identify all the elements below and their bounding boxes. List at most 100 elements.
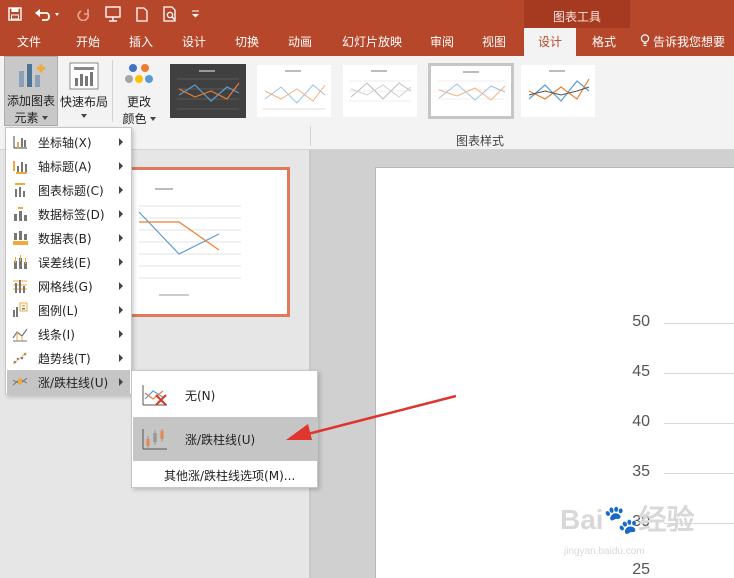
add-chart-element-menu: 坐标轴(X) 轴标题(A) 图表标题(C) 数据标签(D) 数据表(B) 误差线… xyxy=(5,127,132,395)
submenu-arrow-icon xyxy=(119,138,123,146)
tab-review[interactable]: 审阅 xyxy=(418,28,466,56)
tell-me-text: 告诉我您想要 xyxy=(653,35,726,49)
chart-style-3[interactable] xyxy=(342,64,418,118)
lightbulb-icon xyxy=(640,29,650,57)
data-table-icon xyxy=(12,230,28,246)
up-down-bars-icon xyxy=(12,374,28,390)
y-axis-tick-label: 40 xyxy=(632,413,650,430)
palette-icon xyxy=(124,62,154,93)
menu-item-label: 轴标题(A) xyxy=(38,159,92,174)
submenu-arrow-icon xyxy=(119,186,123,194)
save-icon[interactable] xyxy=(4,3,26,25)
gridline xyxy=(664,473,734,474)
tell-me-search[interactable]: 告诉我您想要 xyxy=(640,28,725,56)
menu-item-data-labels[interactable]: 数据标签(D) xyxy=(7,202,130,226)
redo-icon[interactable] xyxy=(74,3,94,25)
y-axis-tick-label: 35 xyxy=(632,463,650,480)
new-file-icon[interactable] xyxy=(132,3,152,25)
submenu-arrow-icon xyxy=(119,258,123,266)
menu-item-chart-title[interactable]: 图表标题(C) xyxy=(7,178,130,202)
change-colors-label2: 颜色 xyxy=(122,112,147,126)
menu-item-label: 图例(L) xyxy=(38,303,79,318)
tab-chart-design[interactable]: 设计 xyxy=(524,28,576,56)
menu-item-gridlines[interactable]: 网格线(G) xyxy=(7,274,130,298)
baidu-watermark-url: jingyan.baidu.com xyxy=(564,546,645,557)
submenu-item-label: 涨/跌柱线(U) xyxy=(185,432,256,447)
menu-item-label: 涨/跌柱线(U) xyxy=(38,375,109,390)
menu-item-legend[interactable]: 图例(L) xyxy=(7,298,130,322)
annotation-arrow xyxy=(286,394,457,440)
gridlines-icon xyxy=(12,278,28,294)
submenu-arrow-icon xyxy=(119,330,123,338)
menu-item-trendline[interactable]: 趋势线(T) xyxy=(7,346,130,370)
chart-style-1[interactable] xyxy=(170,64,246,118)
customize-qat-icon[interactable] xyxy=(188,3,202,25)
tab-file[interactable]: 文件 xyxy=(4,28,54,56)
tab-view[interactable]: 视图 xyxy=(470,28,518,56)
chart-style-2[interactable] xyxy=(256,64,332,118)
menu-item-label: 线条(I) xyxy=(38,327,75,342)
ribbon-separator xyxy=(112,60,113,122)
tab-insert[interactable]: 插入 xyxy=(116,28,166,56)
quick-layout-label: 快速布局 xyxy=(59,95,108,109)
menu-item-label: 数据表(B) xyxy=(38,231,92,246)
up-down-bars-option-icon xyxy=(141,427,169,451)
add-chart-element-icon xyxy=(16,61,46,92)
ribbon-tabs: 文件 开始 插入 设计 切换 动画 幻灯片放映 审阅 视图 设计 格式 告诉我您… xyxy=(0,28,734,56)
submenu-arrow-icon xyxy=(119,162,123,170)
tab-format[interactable]: 格式 xyxy=(580,28,628,56)
menu-item-up-down-bars[interactable]: 涨/跌柱线(U) xyxy=(7,370,130,394)
ribbon-separator xyxy=(310,126,311,146)
menu-item-label: 图表标题(C) xyxy=(38,183,104,198)
gridline xyxy=(664,423,734,424)
tab-home[interactable]: 开始 xyxy=(62,28,114,56)
axis-icon xyxy=(12,134,28,150)
chart-title-icon xyxy=(12,182,28,198)
menu-item-error-bars[interactable]: 误差线(E) xyxy=(7,250,130,274)
tab-slideshow[interactable]: 幻灯片放映 xyxy=(332,28,412,56)
chart-styles-group-label: 图表样式 xyxy=(456,134,505,148)
menu-item-label: 数据标签(D) xyxy=(38,207,105,222)
slide-thumbnail-1[interactable] xyxy=(128,167,290,317)
trendline-icon xyxy=(12,350,28,366)
dropdown-arrow-icon xyxy=(41,115,48,120)
undo-icon[interactable] xyxy=(32,3,64,25)
data-labels-icon xyxy=(12,206,28,222)
y-axis-tick-label: 45 xyxy=(632,363,650,380)
chart-style-5[interactable] xyxy=(520,64,596,118)
menu-item-data-table[interactable]: 数据表(B) xyxy=(7,226,130,250)
menu-item-axis-titles[interactable]: 轴标题(A) xyxy=(7,154,130,178)
lines-icon xyxy=(12,326,28,342)
menu-item-label: 误差线(E) xyxy=(38,255,91,270)
legend-icon xyxy=(12,302,28,318)
menu-item-label: 趋势线(T) xyxy=(38,351,91,366)
add-chart-element-label: 添加图表 xyxy=(6,94,55,108)
gridline xyxy=(664,323,734,324)
more-up-down-bars-options[interactable]: 其他涨/跌柱线选项(M)... xyxy=(164,467,295,484)
chart-style-4-selected[interactable] xyxy=(428,63,514,119)
no-up-down-bars-icon xyxy=(141,383,169,407)
tab-design[interactable]: 设计 xyxy=(168,28,220,56)
menu-item-label: 网格线(G) xyxy=(38,279,93,294)
print-preview-icon[interactable] xyxy=(160,3,182,25)
submenu-arrow-icon xyxy=(119,378,123,386)
menu-item-axes[interactable]: 坐标轴(X) xyxy=(7,130,130,154)
error-bars-icon xyxy=(12,254,28,270)
quick-layout-icon xyxy=(69,62,99,93)
y-axis-tick-label: 50 xyxy=(632,313,650,330)
tab-animations[interactable]: 动画 xyxy=(274,28,326,56)
dropdown-arrow-icon xyxy=(149,116,156,121)
change-colors-label: 更改 xyxy=(126,95,151,109)
submenu-arrow-icon xyxy=(119,282,123,290)
add-chart-element-button[interactable]: 添加图表 元素 xyxy=(4,56,58,126)
menu-item-lines[interactable]: 线条(I) xyxy=(7,322,130,346)
tab-transitions[interactable]: 切换 xyxy=(222,28,272,56)
change-colors-button[interactable]: 更改 颜色 xyxy=(116,56,162,126)
start-from-beginning-icon[interactable] xyxy=(102,3,124,25)
submenu-arrow-icon xyxy=(119,234,123,242)
quick-layout-button[interactable]: 快速布局 xyxy=(58,56,110,126)
axis-title-icon xyxy=(12,158,28,174)
submenu-arrow-icon xyxy=(119,354,123,362)
submenu-arrow-icon xyxy=(119,210,123,218)
gridline xyxy=(664,373,734,374)
